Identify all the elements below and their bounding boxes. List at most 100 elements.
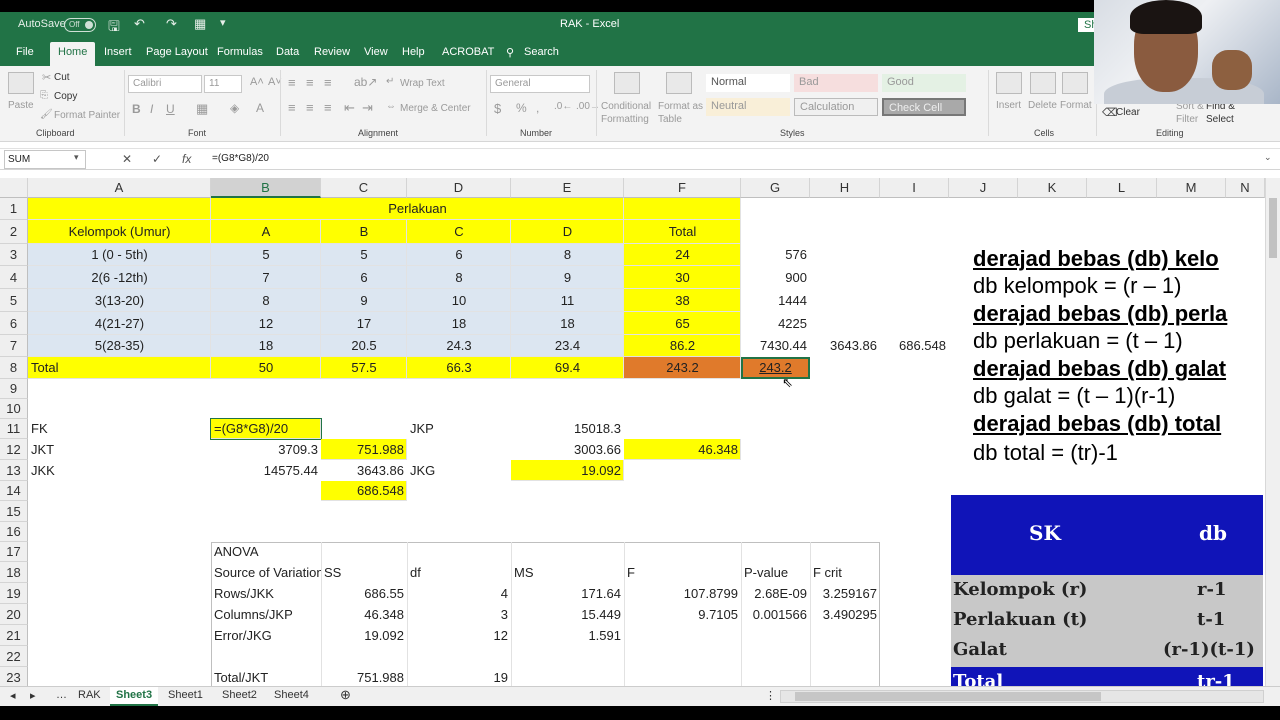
conditional-formatting-icon[interactable]: [614, 72, 640, 94]
cell-f20[interactable]: 9.7105: [624, 604, 741, 625]
cell-a13[interactable]: JKK: [28, 460, 211, 481]
cell-f19[interactable]: 107.8799: [624, 583, 741, 604]
cell-g8[interactable]: 243.2: [741, 357, 810, 379]
cell-d18[interactable]: df: [407, 562, 511, 583]
cell-f5[interactable]: 38: [624, 289, 741, 312]
cell-h19[interactable]: 3.259167: [810, 583, 880, 604]
cell-fill[interactable]: [28, 198, 211, 220]
cell-c8[interactable]: 57.5: [321, 357, 407, 379]
cell-d19[interactable]: 4: [407, 583, 511, 604]
cell-a3[interactable]: 1 (0 - 5th): [28, 244, 211, 266]
comma-icon[interactable]: ,: [536, 101, 539, 115]
column-header-e[interactable]: E: [511, 178, 624, 198]
cell-c20[interactable]: 46.348: [321, 604, 407, 625]
cell-c2[interactable]: B: [321, 220, 407, 244]
scroll-thumb[interactable]: [1269, 198, 1277, 258]
cell-e6[interactable]: 18: [511, 312, 624, 335]
row-header-10[interactable]: 10: [0, 399, 28, 419]
increase-font-icon[interactable]: A˄: [250, 76, 264, 88]
cell-c5[interactable]: 9: [321, 289, 407, 312]
prev-sheet-icon[interactable]: ◂: [10, 689, 16, 702]
style-good[interactable]: Good: [882, 74, 966, 92]
insert-cells-button[interactable]: Insert: [996, 100, 1021, 111]
font-size-select[interactable]: 11: [204, 75, 242, 93]
format-as-table-button[interactable]: Format as Table: [658, 100, 704, 126]
fill-color-icon[interactable]: ◈: [230, 101, 239, 115]
cell-d3[interactable]: 6: [407, 244, 511, 266]
cell-a8[interactable]: Total: [28, 357, 211, 379]
column-header-n[interactable]: N: [1226, 178, 1265, 198]
cell-c6[interactable]: 17: [321, 312, 407, 335]
cell-e11[interactable]: 15018.3: [511, 419, 624, 439]
name-box-dropdown-icon[interactable]: ▾: [74, 152, 79, 163]
style-bad[interactable]: Bad: [794, 74, 878, 92]
row-header-22[interactable]: 22: [0, 646, 28, 667]
redo-icon[interactable]: ↷: [166, 16, 177, 32]
row-header-21[interactable]: 21: [0, 625, 28, 646]
bold-icon[interactable]: B: [132, 102, 141, 116]
conditional-formatting-button[interactable]: Conditional Formatting: [601, 100, 655, 126]
wrap-text-icon[interactable]: ↵: [386, 76, 394, 87]
search-icon[interactable]: ⚲: [506, 46, 514, 59]
column-header-h[interactable]: H: [810, 178, 880, 198]
cell-f3[interactable]: 24: [624, 244, 741, 266]
row-header-23[interactable]: 23: [0, 667, 28, 688]
increase-decimal-icon[interactable]: .0←: [554, 101, 572, 112]
cell-c18[interactable]: SS: [321, 562, 407, 583]
cell-g3[interactable]: 576: [741, 244, 810, 266]
next-sheet-icon[interactable]: ▸: [30, 689, 36, 702]
row-header-5[interactable]: 5: [0, 289, 28, 312]
column-header-a[interactable]: A: [28, 178, 211, 198]
cell-f6[interactable]: 65: [624, 312, 741, 335]
cell-b19[interactable]: Rows/JKK: [211, 583, 321, 604]
cell-e3[interactable]: 8: [511, 244, 624, 266]
cell-g20[interactable]: 0.001566: [741, 604, 810, 625]
sheet-tab[interactable]: RAK: [78, 689, 101, 701]
row-header-11[interactable]: 11: [0, 419, 28, 439]
undo-icon[interactable]: ↶: [134, 16, 145, 32]
cell-g18[interactable]: P-value: [741, 562, 810, 583]
row-header-12[interactable]: 12: [0, 439, 28, 460]
cell-c3[interactable]: 5: [321, 244, 407, 266]
merge-center-button[interactable]: Merge & Center: [400, 103, 471, 114]
percent-icon[interactable]: %: [516, 101, 527, 115]
align-left-icon[interactable]: ≡: [288, 100, 296, 115]
cell-d2[interactable]: C: [407, 220, 511, 244]
cell-d11[interactable]: JKP: [407, 419, 511, 439]
cell-f18[interactable]: F: [624, 562, 741, 583]
row-header-17[interactable]: 17: [0, 542, 28, 562]
column-header-d[interactable]: D: [407, 178, 511, 198]
cell-b5[interactable]: 8: [211, 289, 321, 312]
cell-b21[interactable]: Error/JKG: [211, 625, 321, 646]
hscroll-thumb[interactable]: [795, 692, 1101, 701]
decrease-indent-icon[interactable]: ⇤: [344, 100, 355, 116]
cell-c14[interactable]: 686.548: [321, 481, 407, 501]
cell-f2[interactable]: Total: [624, 220, 741, 244]
tab-review[interactable]: Review: [314, 46, 350, 58]
cell-d4[interactable]: 8: [407, 266, 511, 289]
cell-f8[interactable]: 243.2: [624, 357, 741, 379]
cell-b7[interactable]: 18: [211, 335, 321, 357]
cell-c12[interactable]: 751.988: [321, 439, 407, 460]
row-header-15[interactable]: 15: [0, 501, 28, 522]
format-as-table-icon[interactable]: [666, 72, 692, 94]
tab-formulas[interactable]: Formulas: [217, 46, 263, 58]
cell-b11[interactable]: =(G8*G8)/20: [211, 419, 321, 439]
paste-button[interactable]: Paste: [8, 100, 34, 111]
column-header-f[interactable]: F: [624, 178, 741, 198]
column-header-l[interactable]: L: [1087, 178, 1157, 198]
format-painter-icon[interactable]: 🖌: [40, 109, 53, 120]
cell-a5[interactable]: 3(13-20): [28, 289, 211, 312]
formula-input[interactable]: =(G8*G8)/20: [212, 153, 269, 164]
number-format-select[interactable]: General: [490, 75, 590, 93]
cell-b13[interactable]: 14575.44: [211, 460, 321, 481]
row-header-6[interactable]: 6: [0, 312, 28, 335]
insert-function-icon[interactable]: fx: [182, 152, 191, 166]
align-center-icon[interactable]: ≡: [306, 100, 314, 115]
underline-icon[interactable]: U: [166, 102, 175, 116]
row-header-2[interactable]: 2: [0, 220, 28, 244]
cell-e5[interactable]: 11: [511, 289, 624, 312]
sheet-tab-active[interactable]: Sheet3: [110, 687, 159, 706]
insert-cells-icon[interactable]: [996, 72, 1022, 94]
column-header-j[interactable]: J: [949, 178, 1018, 198]
